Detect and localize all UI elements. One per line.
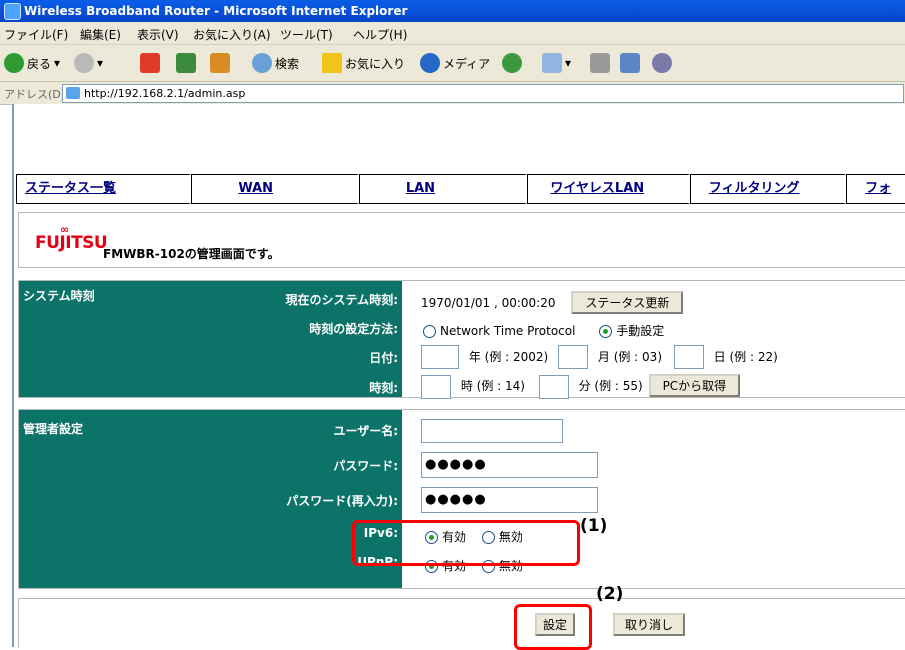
password-label: パスワード:	[333, 459, 398, 473]
forward-button[interactable]: ▾	[74, 52, 103, 74]
month-input[interactable]	[558, 345, 589, 369]
star-icon	[322, 53, 342, 73]
nav-lan[interactable]: LAN	[358, 174, 528, 204]
current-time-value: 1970/01/01 , 00:00:20	[421, 296, 556, 310]
nav-menu: ステータス一覧 WAN LAN ワイヤレスLAN フィルタリング フォ	[16, 174, 905, 204]
highlight-apply	[514, 604, 592, 650]
print-button[interactable]	[590, 52, 610, 74]
date-label: 日付:	[369, 351, 398, 365]
manual-label: 手動設定	[616, 324, 665, 338]
mail-icon	[542, 53, 562, 73]
menu-edit[interactable]: 編集(E)	[80, 26, 121, 43]
page-header: ∞ FUJITSU FMWBR-102の管理画面です。	[18, 212, 905, 268]
menu-help[interactable]: ヘルプ(H)	[353, 26, 407, 43]
password-input[interactable]: ●●●●●	[421, 452, 598, 478]
section-title: システム時刻	[23, 289, 95, 303]
time-label: 時刻:	[369, 381, 398, 395]
stop-button[interactable]	[140, 52, 160, 74]
method-label: 時刻の設定方法:	[309, 322, 398, 336]
window-title: Wireless Broadband Router - Microsoft In…	[24, 4, 408, 18]
menu-view[interactable]: 表示(V)	[137, 26, 179, 43]
refresh-button[interactable]	[176, 52, 196, 74]
menu-favorites[interactable]: お気に入り(A)	[193, 26, 271, 43]
media-icon	[420, 53, 440, 73]
day-hint: 日 (例 : 22)	[713, 349, 778, 364]
history-icon	[502, 53, 522, 73]
admin-section-title: 管理者設定	[23, 422, 84, 436]
menu-tools[interactable]: ツール(T)	[280, 26, 333, 43]
media-button[interactable]: メディア	[420, 52, 490, 74]
window-title-bar: Wireless Broadband Router - Microsoft In…	[0, 0, 905, 22]
messenger-icon	[652, 53, 672, 73]
stop-icon	[140, 53, 160, 73]
home-button[interactable]	[210, 52, 230, 74]
hour-hint: 時 (例 : 14)	[460, 379, 525, 393]
nav-status[interactable]: ステータス一覧	[16, 174, 192, 204]
year-hint: 年 (例 : 2002)	[468, 349, 549, 364]
address-bar: アドレス(D) http://192.168.2.1/admin.asp	[0, 82, 905, 105]
address-input[interactable]: http://192.168.2.1/admin.asp	[62, 84, 904, 103]
back-arrow-icon	[4, 53, 24, 73]
password-confirm-input[interactable]: ●●●●●	[421, 487, 598, 513]
month-hint: 月 (例 : 03)	[597, 349, 662, 364]
button-section: 設定 取り消し	[18, 598, 905, 648]
mail-button[interactable]: ▾	[542, 52, 571, 74]
annotation-2: (2)	[596, 584, 624, 604]
password-confirm-label: パスワード(再入力):	[286, 494, 398, 508]
nav-wireless-lan[interactable]: ワイヤレスLAN	[527, 174, 690, 204]
fujitsu-logo: ∞ FUJITSU	[35, 223, 108, 253]
page-title: FMWBR-102の管理画面です。	[103, 247, 280, 261]
hour-input[interactable]	[421, 374, 451, 399]
minute-input[interactable]	[538, 374, 569, 399]
messenger-button[interactable]	[652, 52, 672, 74]
day-input[interactable]	[673, 345, 704, 369]
year-input[interactable]	[421, 345, 459, 369]
minute-hint: 分 (例 : 55)	[578, 379, 643, 393]
admin-labels: 管理者設定 ユーザー名: パスワード: パスワード(再入力): IPv6: UP…	[19, 410, 402, 588]
current-time-label: 現在のシステム時刻:	[285, 293, 398, 307]
toolbar: 戻る ▾ ▾ 検索 お気に入り メディア ▾	[0, 45, 905, 82]
cancel-button[interactable]: 取り消し	[613, 613, 686, 636]
page-icon	[66, 87, 80, 99]
nav-more[interactable]: フォ	[846, 174, 905, 204]
edit-button[interactable]	[620, 52, 640, 74]
menu-file[interactable]: ファイル(F)	[4, 26, 68, 43]
infinity-icon: ∞	[60, 223, 69, 236]
refresh-icon	[176, 53, 196, 73]
search-icon	[252, 53, 272, 73]
edit-icon	[620, 53, 640, 73]
address-label: アドレス(D)	[4, 88, 66, 101]
print-icon	[590, 53, 610, 73]
ntp-radio[interactable]	[423, 325, 436, 338]
manual-radio[interactable]	[599, 325, 613, 338]
menu-bar: ファイル(F) 編集(E) 表示(V) お気に入り(A) ツール(T) ヘルプ(…	[0, 22, 905, 45]
favorites-button[interactable]: お気に入り	[322, 52, 405, 74]
ie-icon	[4, 3, 21, 20]
highlight-ipv6	[352, 520, 580, 566]
back-button[interactable]: 戻る ▾	[4, 52, 60, 74]
username-label: ユーザー名:	[333, 424, 398, 438]
system-time-labels: システム時刻 現在のシステム時刻: 時刻の設定方法: 日付: 時刻:	[19, 281, 402, 397]
forward-arrow-icon	[74, 53, 94, 73]
search-button[interactable]: 検索	[252, 52, 299, 74]
ntp-label: Network Time Protocol	[440, 324, 576, 338]
nav-filtering[interactable]: フィルタリング	[689, 174, 847, 204]
home-icon	[210, 53, 230, 73]
history-button[interactable]	[502, 52, 522, 74]
system-time-section: システム時刻 現在のシステム時刻: 時刻の設定方法: 日付: 時刻: 1970/…	[18, 280, 905, 399]
annotation-1: (1)	[580, 516, 608, 536]
username-input[interactable]	[421, 419, 563, 443]
status-refresh-button[interactable]: ステータス更新	[571, 291, 684, 314]
nav-wan[interactable]: WAN	[191, 174, 359, 204]
get-from-pc-button[interactable]: PCから取得	[648, 374, 741, 397]
